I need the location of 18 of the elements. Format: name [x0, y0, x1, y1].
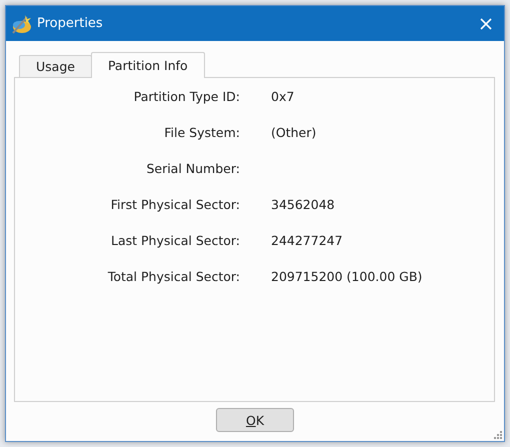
- window-title: Properties: [37, 16, 104, 31]
- field-label: Serial Number:: [145, 161, 240, 176]
- field-value: 0x7: [271, 89, 296, 104]
- ok-button[interactable]: OK: [216, 408, 294, 432]
- field-value: 209715200 (100.00 GB): [271, 269, 424, 284]
- field-value: 34562048: [271, 197, 336, 212]
- field-label: Partition Type ID:: [132, 89, 240, 104]
- field-label: File System:: [163, 125, 240, 140]
- field-label: First Physical Sector:: [110, 197, 240, 212]
- field-label: Last Physical Sector:: [110, 233, 240, 248]
- field-value: (Other): [271, 125, 318, 140]
- field-value: 244277247: [271, 233, 344, 248]
- tab[interactable]: Partition Info: [90, 52, 205, 78]
- close-icon: [480, 18, 492, 30]
- app-logo-icon: [10, 12, 32, 34]
- resize-grip-icon: [493, 430, 502, 439]
- field-label: Total Physical Sector:: [106, 269, 240, 284]
- tab[interactable]: Usage: [19, 55, 92, 77]
